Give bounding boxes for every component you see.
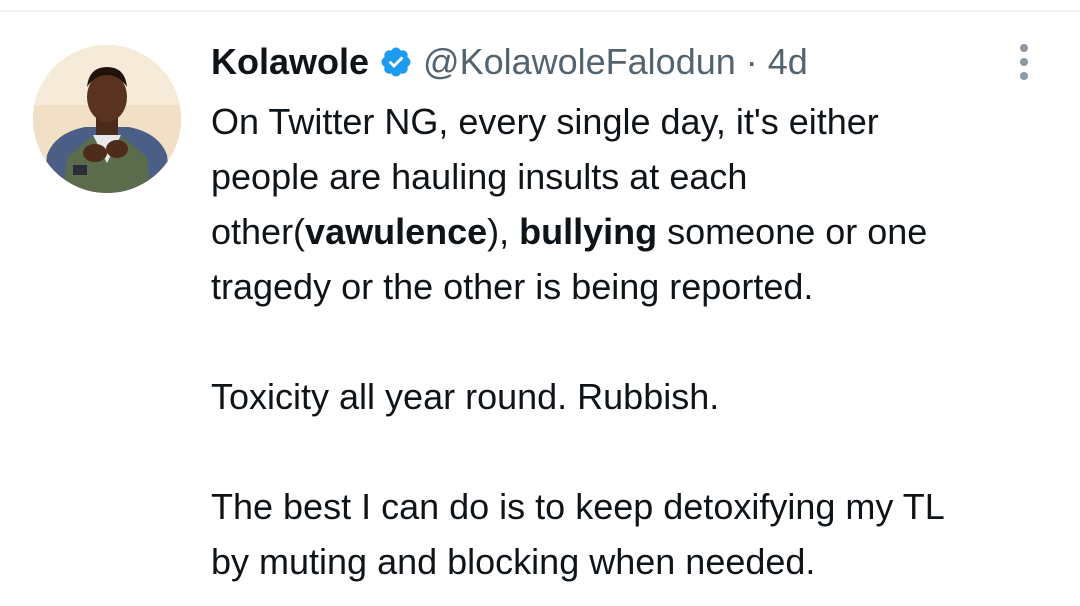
tweet-header: Kolawole @KolawoleFalodun · 4d (211, 42, 808, 82)
bold-word-bullying: bullying (519, 211, 658, 252)
tweet-paragraph-2: Toxicity all year round. Rubbish. (211, 376, 720, 417)
tweet-paragraph-1: On Twitter NG, every single day, it's ei… (211, 94, 1061, 314)
tweet[interactable]: Kolawole @KolawoleFalodun · 4d On Twitte… (0, 12, 1080, 606)
tweet-text: On Twitter NG, every single day, it's ei… (211, 94, 1061, 589)
tweet-paragraph-3: The best I can do is to keep detoxifying… (211, 479, 1061, 589)
avatar-image (33, 45, 181, 193)
more-dot (1020, 72, 1028, 80)
tweet-line: On Twitter NG, every single day, it's ei… (211, 101, 879, 142)
tweet-line: people are hauling insults at each (211, 156, 748, 197)
tweet-line: by muting and blocking when needed. (211, 541, 816, 582)
tweet-timestamp[interactable]: 4d (768, 42, 808, 82)
tweet-line: tragedy or the other is being reported. (211, 266, 814, 307)
author-display-name[interactable]: Kolawole (211, 42, 369, 82)
header-separator: · (745, 41, 758, 82)
tweet-line-segment: ), (487, 211, 520, 252)
tweet-line-segment: other( (211, 211, 306, 252)
more-dot (1020, 58, 1028, 66)
avatar[interactable] (33, 45, 181, 193)
more-dot (1020, 44, 1028, 52)
verified-badge-icon (379, 45, 413, 79)
more-vertical-icon[interactable] (1004, 40, 1044, 84)
tweet-line-segment: someone or one (657, 211, 928, 252)
tweet-line: The best I can do is to keep detoxifying… (211, 486, 945, 527)
bold-word-vawulence: vawulence (305, 211, 488, 252)
author-handle[interactable]: @KolawoleFalodun (423, 42, 736, 82)
